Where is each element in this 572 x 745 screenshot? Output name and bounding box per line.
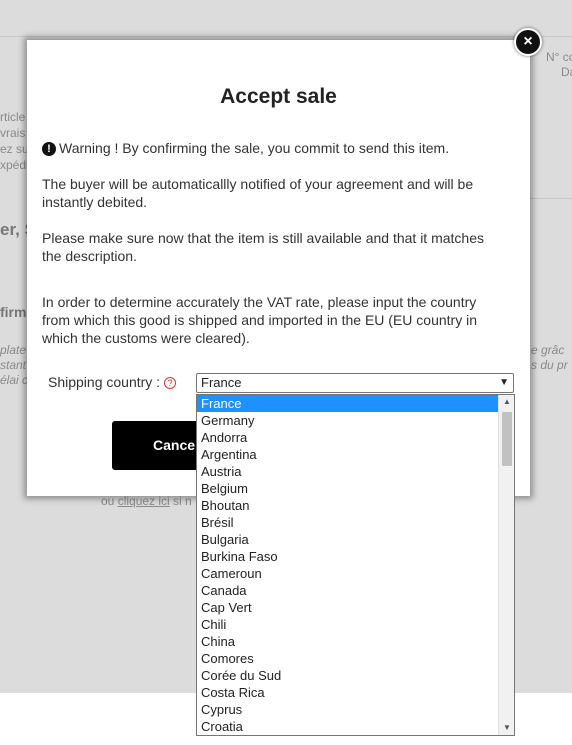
close-icon[interactable]: × (514, 28, 542, 56)
country-option[interactable]: Cyprus (197, 701, 499, 718)
scrollbar[interactable]: ▲ ▼ (498, 395, 514, 735)
shipping-country-select[interactable]: France ▼ (196, 373, 514, 393)
warning-text: Warning ! By confirming the sale, you co… (59, 140, 450, 156)
country-option[interactable]: China (197, 633, 499, 650)
cancel-button[interactable]: Cancel (112, 421, 202, 470)
modal-title: Accept sale (220, 85, 337, 108)
scroll-down-icon[interactable]: ▼ (499, 721, 514, 735)
date-label: Da (561, 65, 572, 79)
order-number-label: N° co (546, 50, 572, 64)
country-option[interactable]: Belgium (197, 480, 499, 497)
country-option[interactable]: France (197, 395, 499, 412)
background-text: vrais (0, 126, 26, 140)
country-option[interactable]: Brésil (197, 514, 499, 531)
background-text: s du pr (531, 358, 568, 372)
warning-message: ! Warning ! By confirming the sale, you c… (42, 139, 507, 157)
country-option[interactable]: Cap Vert (197, 599, 499, 616)
country-option[interactable]: Burkina Faso (197, 548, 499, 565)
background-text: xpédi (0, 158, 29, 172)
background-text: élai c (0, 373, 29, 387)
country-option[interactable]: Argentina (197, 446, 499, 463)
country-options: France Germany Andorra Argentina Austria Belg… (197, 395, 514, 735)
chevron-down-icon: ▼ (499, 377, 509, 388)
country-option[interactable]: Canada (197, 582, 499, 599)
selected-country: France (201, 375, 242, 390)
country-option[interactable]: Costa Rica (197, 684, 499, 701)
country-option[interactable]: Comores (197, 650, 499, 667)
background-text: e grâc (531, 343, 565, 357)
country-dropdown-list[interactable]: France Germany Andorra Argentina Austria Belg… (196, 394, 515, 736)
footer-prefix: ou (101, 494, 118, 508)
footer-suffix: si n (169, 494, 192, 508)
country-option[interactable]: Cameroun (197, 565, 499, 582)
help-icon[interactable]: ? (164, 377, 177, 389)
country-option[interactable]: Bhoutan (197, 497, 499, 514)
availability-paragraph: Please make sure now that the item is st… (42, 230, 484, 264)
shipping-country-text: Shipping country : (48, 374, 161, 390)
scrollbar-thumb[interactable] (502, 412, 512, 466)
background-text: rticle (0, 110, 26, 124)
background-footer: ou cliquez ici si n (101, 494, 192, 508)
country-option[interactable]: Germany (197, 412, 499, 429)
country-option[interactable]: Croatia (197, 718, 499, 735)
notification-paragraph: The buyer will be automaticallly notifie… (42, 176, 474, 210)
scroll-up-icon[interactable]: ▲ (499, 395, 514, 409)
background-text: plate (0, 343, 27, 357)
background-text: stant (0, 358, 27, 372)
divider (0, 36, 572, 37)
country-option[interactable]: Bulgaria (197, 531, 499, 548)
shipping-country-label: Shipping country :? (48, 374, 177, 390)
country-option[interactable]: Chili (197, 616, 499, 633)
country-option[interactable]: Andorra (197, 429, 499, 446)
country-option[interactable]: Austria (197, 463, 499, 480)
click-here-link[interactable]: cliquez ici (118, 494, 170, 508)
vat-paragraph: In order to determine accurately the VAT… (42, 294, 477, 346)
country-option[interactable]: Corée du Sud (197, 667, 499, 684)
warning-icon: ! (42, 142, 56, 156)
